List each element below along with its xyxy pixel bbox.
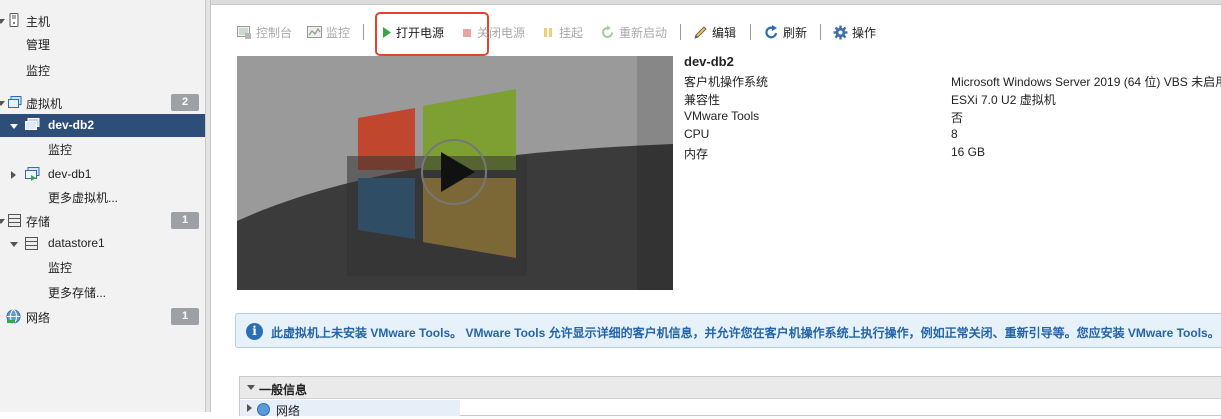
sidebar-item-dev-db2[interactable]: dev-db2 (0, 114, 205, 137)
vm-group-icon (8, 96, 22, 109)
sidebar-item-manage[interactable]: 管理 (0, 32, 205, 55)
suspend-label: 挂起 (559, 25, 584, 40)
refresh-label: 刷新 (783, 25, 808, 40)
pencil-icon (693, 25, 708, 40)
sidebar-item-more-storage[interactable]: 更多存储... (0, 280, 205, 303)
console-icon (237, 25, 252, 40)
actions-button[interactable]: 操作 (833, 21, 876, 43)
sidebar-item-label: dev-db2 (48, 118, 95, 132)
expand-arrow-icon[interactable] (10, 124, 18, 129)
storage-count-badge: 1 (171, 212, 199, 229)
collapse-arrow-icon[interactable] (247, 385, 255, 390)
general-info-panel: 一般信息 网络 (239, 376, 1221, 418)
detail-value-cpu: 8 (951, 127, 958, 141)
sidebar-item-host-monitor[interactable]: 监控 (0, 58, 205, 81)
detail-key-compatibility: 兼容性 (684, 93, 721, 107)
monitor-button[interactable]: 监控 (307, 21, 350, 43)
sidebar-item-dev-db2-monitor[interactable]: 监控 (0, 137, 205, 160)
network-icon (257, 403, 270, 416)
restart-icon (600, 25, 615, 40)
console-preview[interactable] (237, 56, 673, 290)
sidebar-item-label: 虚拟机 (26, 97, 63, 111)
restart-button[interactable]: 重新启动 (600, 21, 667, 43)
refresh-button[interactable]: 刷新 (764, 21, 807, 43)
detail-value-guest-os: Microsoft Windows Server 2019 (64 位) VBS… (951, 75, 1221, 89)
sidebar-item-label: 存储 (26, 215, 51, 229)
host-icon (8, 13, 21, 27)
expand-arrow-icon[interactable] (0, 219, 5, 224)
refresh-icon (764, 24, 779, 40)
detail-key-cpu: CPU (684, 127, 710, 141)
power-off-label: 关闭电源 (477, 25, 526, 40)
toolbar-separator (680, 24, 681, 40)
network-row-label: 网络 (276, 404, 301, 418)
panel-splitter[interactable] (206, 0, 211, 412)
detail-value-vmware-tools: 否 (951, 111, 964, 125)
detail-key-memory: 内存 (684, 147, 709, 161)
detail-value-memory: 16 GB (951, 145, 986, 159)
expand-arrow-icon[interactable] (10, 242, 18, 247)
sidebar-item-label: 主机 (26, 15, 51, 29)
edit-button[interactable]: 编辑 (693, 21, 736, 43)
storage-icon (8, 214, 21, 227)
info-banner-text: 此虚拟机上未安装 VMware Tools。 VMware Tools 允许显示… (271, 326, 1220, 340)
navigator-sidebar: 主机 管理 监控 虚拟机 2 dev-db2 监控 dev-db1 更多虚拟机.… (0, 0, 206, 412)
general-info-header[interactable]: 一般信息 (240, 377, 1221, 399)
pause-icon (543, 25, 555, 40)
sidebar-item-network[interactable]: 网络 1 (0, 305, 205, 328)
network-icon (6, 309, 21, 324)
sidebar-item-label: 更多虚拟机... (48, 191, 119, 205)
sidebar-item-label: 更多存储... (48, 286, 107, 300)
sidebar-item-label: 管理 (26, 38, 51, 52)
network-count-badge: 1 (171, 308, 199, 325)
sidebar-item-label: 监控 (48, 143, 73, 157)
detail-key-guest-os: 客户机操作系统 (684, 75, 769, 89)
sidebar-item-vms[interactable]: 虚拟机 2 (0, 91, 205, 114)
stop-icon (462, 25, 473, 40)
detail-value-compatibility: ESXi 7.0 U2 虚拟机 (951, 93, 1056, 107)
vm-name-heading: dev-db2 (684, 54, 734, 69)
sidebar-item-datastore-monitor[interactable]: 监控 (0, 255, 205, 278)
collapse-arrow-icon[interactable] (11, 171, 16, 179)
toolbar-separator (750, 24, 751, 40)
expand-arrow-icon[interactable] (247, 404, 252, 412)
general-info-title: 一般信息 (259, 383, 308, 397)
sidebar-item-more-vms[interactable]: 更多虚拟机... (0, 185, 205, 208)
vmware-tools-info-banner: i 此虚拟机上未安装 VMware Tools。 VMware Tools 允许… (235, 313, 1221, 348)
network-row[interactable]: 网络 (240, 400, 460, 418)
datastore-icon (25, 237, 38, 250)
suspend-button[interactable]: 挂起 (543, 21, 583, 43)
actions-label: 操作 (852, 25, 877, 40)
power-off-button[interactable]: 关闭电源 (462, 21, 525, 43)
detail-key-vmware-tools: VMware Tools (684, 109, 760, 123)
sidebar-item-storage[interactable]: 存储 1 (0, 209, 205, 232)
expand-arrow-icon[interactable] (0, 19, 5, 24)
info-icon: i (246, 323, 263, 340)
sidebar-item-label: datastore1 (48, 236, 105, 250)
monitor-label: 监控 (326, 25, 351, 40)
expand-arrow-icon[interactable] (0, 101, 5, 106)
sidebar-item-label: 监控 (48, 261, 73, 275)
sidebar-item-label: 监控 (26, 64, 51, 78)
gear-icon (833, 25, 848, 40)
edit-label: 编辑 (712, 25, 737, 40)
sidebar-item-label: 网络 (26, 311, 51, 325)
sidebar-item-host[interactable]: 主机 (0, 9, 205, 32)
toolbar-separator (363, 24, 364, 40)
console-button[interactable]: 控制台 (237, 21, 292, 43)
windows-logo-icon (347, 89, 527, 276)
vm-count-badge: 2 (171, 94, 199, 111)
restart-label: 重新启动 (619, 25, 668, 40)
sidebar-item-datastore1[interactable]: datastore1 (0, 232, 205, 255)
toolbar-separator (820, 24, 821, 40)
vm-running-icon (25, 167, 40, 181)
vm-icon (25, 118, 40, 131)
monitor-chart-icon (307, 25, 322, 40)
sidebar-item-dev-db1[interactable]: dev-db1 (0, 163, 205, 186)
console-label: 控制台 (256, 25, 293, 40)
sidebar-item-label: dev-db1 (48, 167, 92, 181)
top-bar-edge (211, 0, 1221, 5)
